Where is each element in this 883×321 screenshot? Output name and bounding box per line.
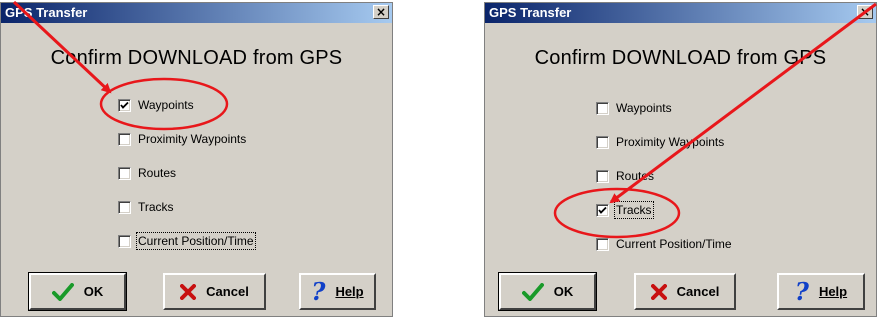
option-label: Routes xyxy=(138,166,177,180)
option-proximity-waypoints[interactable]: Proximity Waypoints xyxy=(118,129,246,149)
ok-label: OK xyxy=(553,284,574,299)
option-proximity-waypoints[interactable]: Proximity Waypoints xyxy=(596,132,724,152)
cancel-button[interactable]: Cancel xyxy=(163,273,266,310)
checkbox-current-position-time[interactable] xyxy=(118,234,131,248)
x-icon xyxy=(180,283,197,300)
x-icon xyxy=(650,283,667,300)
ok-button[interactable]: OK xyxy=(498,272,597,311)
title-bar: GPS Transfer × xyxy=(1,3,392,23)
checkbox-routes[interactable] xyxy=(118,166,131,180)
dialog-heading: Confirm DOWNLOAD from GPS xyxy=(534,47,827,69)
close-icon: × xyxy=(375,5,387,19)
help-button[interactable]: ? Help xyxy=(299,273,376,310)
option-label: Current Position/Time xyxy=(136,232,256,250)
checkbox-waypoints[interactable] xyxy=(596,101,609,115)
close-icon: × xyxy=(859,5,871,19)
dialog-title: GPS Transfer xyxy=(489,5,572,20)
checkbox-tracks[interactable] xyxy=(118,200,131,214)
ok-button[interactable]: OK xyxy=(28,272,127,311)
checkbox-proximity-waypoints[interactable] xyxy=(118,132,131,146)
help-label: Help xyxy=(335,284,364,299)
checkmark-icon xyxy=(598,206,607,214)
cancel-label: Cancel xyxy=(206,284,249,299)
title-bar: GPS Transfer × xyxy=(485,3,876,23)
checkbox-proximity-waypoints[interactable] xyxy=(596,135,609,149)
close-button[interactable]: × xyxy=(857,5,873,19)
cancel-label: Cancel xyxy=(676,284,720,299)
help-label: Help xyxy=(818,284,848,299)
help-button[interactable]: ? Help xyxy=(777,273,865,310)
option-label: Proximity Waypoints xyxy=(616,135,725,149)
option-label: Current Position/Time xyxy=(616,237,732,251)
option-tracks[interactable]: Tracks xyxy=(118,197,174,217)
option-waypoints[interactable]: Waypoints xyxy=(118,95,194,115)
option-label: Tracks xyxy=(614,201,654,219)
checkmark-icon xyxy=(521,282,544,301)
option-label: Waypoints xyxy=(616,101,672,115)
checkmark-icon xyxy=(51,282,74,301)
close-button[interactable]: × xyxy=(373,5,389,19)
option-current-position-time[interactable]: Current Position/Time xyxy=(596,234,732,254)
option-tracks[interactable]: Tracks xyxy=(596,200,654,220)
option-label: Proximity Waypoints xyxy=(138,132,247,146)
option-label: Waypoints xyxy=(138,98,194,112)
checkbox-current-position-time[interactable] xyxy=(596,237,609,251)
question-icon: ? xyxy=(794,277,809,306)
question-icon: ? xyxy=(311,277,326,306)
ok-label: OK xyxy=(83,284,104,299)
option-label: Routes xyxy=(616,169,655,183)
dialog-title: GPS Transfer xyxy=(5,5,88,20)
option-routes[interactable]: Routes xyxy=(596,166,654,186)
option-waypoints[interactable]: Waypoints xyxy=(596,98,672,118)
gps-transfer-dialog-right: GPS Transfer × Confirm DOWNLOAD from GPS… xyxy=(484,2,877,317)
dialog-heading: Confirm DOWNLOAD from GPS xyxy=(50,47,343,69)
checkbox-tracks[interactable] xyxy=(596,203,609,217)
gps-transfer-dialog-left: GPS Transfer × Confirm DOWNLOAD from GPS… xyxy=(0,2,393,317)
option-routes[interactable]: Routes xyxy=(118,163,176,183)
checkbox-routes[interactable] xyxy=(596,169,609,183)
checkmark-icon xyxy=(120,101,129,109)
cancel-button[interactable]: Cancel xyxy=(634,273,736,310)
option-label: Tracks xyxy=(138,200,174,214)
checkbox-waypoints[interactable] xyxy=(118,98,131,112)
option-current-position-time[interactable]: Current Position/Time xyxy=(118,231,256,251)
